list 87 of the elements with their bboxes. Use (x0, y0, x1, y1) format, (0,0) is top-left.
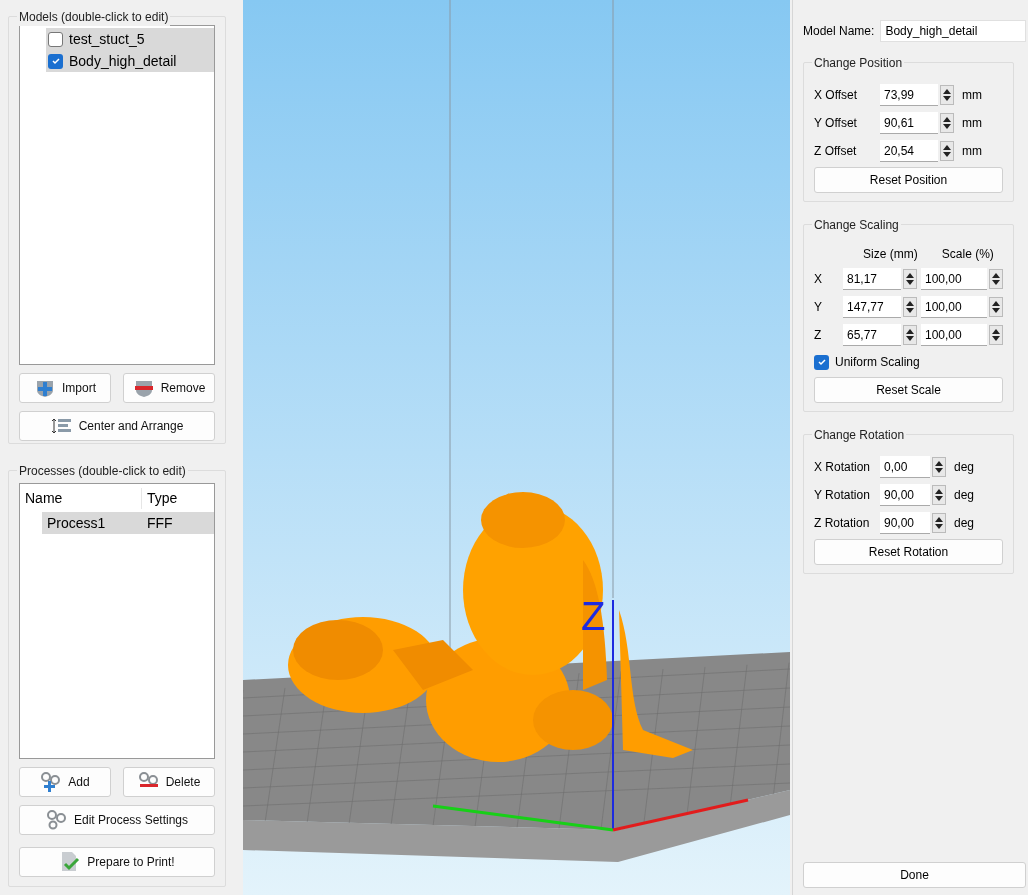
gears-icon (45, 810, 68, 830)
column-header: Size (mm) (862, 246, 919, 263)
up-down-arrows-icon (906, 273, 914, 285)
field-label: Y Rotation (814, 487, 871, 504)
up-down-arrows-icon (906, 329, 914, 341)
number-field[interactable]: 90,61 (880, 112, 938, 134)
field-label: Y Offset (814, 115, 858, 132)
up-down-arrows-icon (943, 89, 951, 101)
number-field[interactable]: 65,77 (843, 324, 901, 346)
column-header[interactable]: Type (142, 487, 178, 509)
unit-label: deg (954, 487, 975, 504)
field-label: Z Offset (814, 143, 858, 160)
number-field[interactable]: 81,17 (843, 268, 901, 290)
document-check-icon (59, 851, 82, 873)
spin-button[interactable] (989, 325, 1003, 345)
number-field[interactable]: 100,00 (921, 296, 987, 318)
unit-label: mm (962, 87, 982, 104)
reset-button[interactable]: Reset Rotation (814, 539, 1003, 565)
checkbox[interactable] (814, 354, 829, 370)
up-down-arrows-icon (935, 517, 943, 529)
up-down-arrows-icon (943, 117, 951, 129)
field-label: X Offset (814, 87, 859, 104)
model-item[interactable]: Body_high_detail (46, 50, 214, 72)
arrange-icon (50, 418, 73, 434)
column-header: Scale (%) (940, 246, 995, 263)
unit-label: deg (954, 515, 975, 532)
axis-label: Y (814, 299, 823, 316)
field-label: X Rotation (814, 459, 872, 476)
reset-button[interactable]: Reset Position (814, 167, 1003, 193)
spin-button[interactable] (940, 113, 954, 133)
toolbar-button[interactable]: Center and Arrange (19, 411, 215, 441)
column-header[interactable]: Name (20, 487, 142, 509)
field-label: Model Name: (803, 23, 875, 40)
spin-button[interactable] (932, 513, 946, 533)
number-field[interactable]: 147,77 (843, 296, 901, 318)
spin-button[interactable] (932, 457, 946, 477)
field-label: Z Rotation (814, 515, 871, 532)
up-down-arrows-icon (935, 489, 943, 501)
minus-shield-icon (132, 379, 155, 397)
process-row[interactable]: Process1 FFF (42, 512, 214, 534)
number-field[interactable]: 90,00 (880, 484, 930, 506)
axis-label: X (814, 271, 823, 288)
model-name-field[interactable]: Body_high_detail (880, 20, 1026, 42)
table-cell-text: FFF (146, 513, 173, 533)
number-field[interactable]: 73,99 (880, 84, 938, 106)
toolbar-button[interactable]: Remove (123, 373, 215, 403)
checkmark-icon (50, 56, 61, 66)
up-down-arrows-icon (992, 329, 1000, 341)
number-field[interactable]: 0,00 (880, 456, 930, 478)
checkbox[interactable] (48, 53, 63, 69)
toolbar-button[interactable]: Add (19, 767, 111, 797)
toolbar-button[interactable]: Import (19, 373, 111, 403)
up-down-arrows-icon (935, 461, 943, 473)
axis-label: Z (814, 327, 823, 344)
checkmark-icon (816, 357, 827, 367)
spin-button[interactable] (932, 485, 946, 505)
up-down-arrows-icon (943, 145, 951, 157)
table-cell-text: Process1 (46, 513, 107, 533)
toolbar-button[interactable]: Prepare to Print! (19, 847, 215, 877)
number-field[interactable]: 90,00 (880, 512, 930, 534)
toolbar-button[interactable]: Edit Process Settings (19, 805, 215, 835)
unit-label: mm (962, 143, 982, 160)
done-button[interactable]: Done (803, 862, 1026, 888)
checkbox-label: Uniform Scaling (835, 354, 920, 371)
spin-button[interactable] (903, 269, 917, 289)
spin-button[interactable] (940, 85, 954, 105)
unit-label: mm (962, 115, 982, 132)
spin-button[interactable] (940, 141, 954, 161)
number-field[interactable]: 100,00 (921, 324, 987, 346)
gears-plus-icon (40, 772, 63, 792)
model-name: test_stuct_5 (69, 29, 145, 49)
spin-button[interactable] (989, 297, 1003, 317)
spin-button[interactable] (989, 269, 1003, 289)
spin-button[interactable] (903, 325, 917, 345)
number-field[interactable]: 20,54 (880, 140, 938, 162)
up-down-arrows-icon (992, 301, 1000, 313)
number-field[interactable]: 100,00 (921, 268, 987, 290)
toolbar-button[interactable]: Delete (123, 767, 215, 797)
up-down-arrows-icon (906, 301, 914, 313)
up-down-arrows-icon (992, 273, 1000, 285)
reset-button[interactable]: Reset Scale (814, 377, 1003, 403)
model-item[interactable]: test_stuct_5 (46, 28, 214, 50)
model-name: Body_high_detail (69, 51, 177, 71)
unit-label: deg (954, 459, 975, 476)
plus-shield-icon (34, 379, 56, 397)
checkbox[interactable] (48, 31, 63, 47)
spin-button[interactable] (903, 297, 917, 317)
